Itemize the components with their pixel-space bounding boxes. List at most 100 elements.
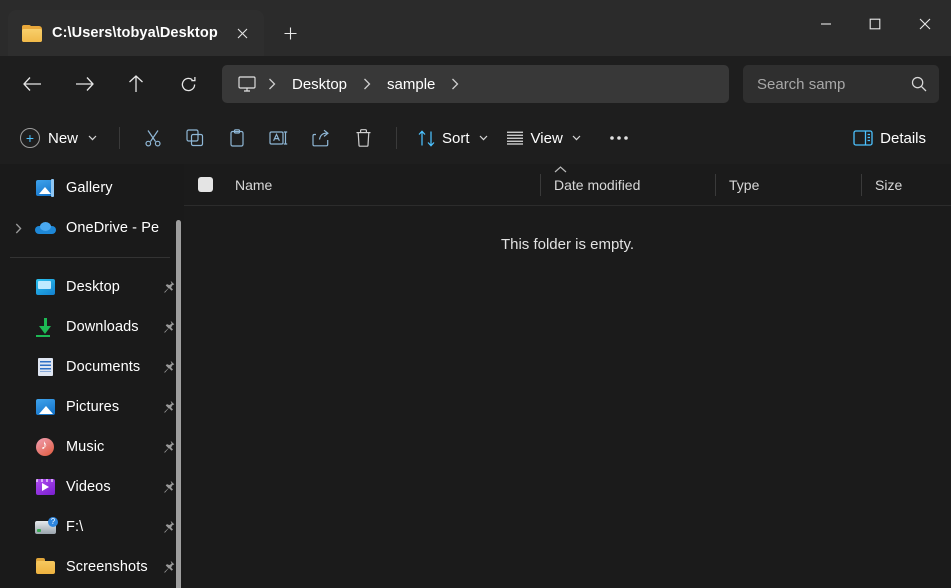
file-list-pane: Name Date modified Type Size This folder… xyxy=(184,164,951,588)
chevron-down-icon xyxy=(479,135,488,141)
gallery-icon xyxy=(35,178,57,198)
sort-ascending-icon xyxy=(554,166,567,173)
pin-icon[interactable] xyxy=(162,559,176,575)
sidebar-item-label: Documents xyxy=(66,359,141,375)
sidebar-item-drive-f[interactable]: ? F:\ xyxy=(0,507,184,547)
column-header-name-label: Name xyxy=(235,176,273,193)
search-input[interactable] xyxy=(757,75,905,93)
details-pane-icon xyxy=(853,130,873,146)
close-button[interactable] xyxy=(899,0,951,48)
cut-button[interactable] xyxy=(132,120,174,156)
this-pc-icon[interactable] xyxy=(234,71,260,97)
breadcrumb-separator-1 xyxy=(357,78,377,90)
sidebar-item-screenshots[interactable]: Screenshots xyxy=(0,547,184,587)
column-header-type[interactable]: Type xyxy=(715,164,861,206)
up-arrow-icon[interactable] xyxy=(116,66,156,102)
chevron-right-icon[interactable] xyxy=(10,223,26,234)
sidebar-item-label: Desktop xyxy=(66,279,120,295)
address-bar: Desktop sample xyxy=(0,56,951,112)
sidebar-item-label: F:\ xyxy=(66,519,84,535)
explorer-body: Gallery OneDrive - Pe Desktop Downloads … xyxy=(0,164,951,588)
sidebar-item-downloads[interactable]: Downloads xyxy=(0,307,184,347)
documents-icon xyxy=(35,357,57,377)
sidebar-item-videos[interactable]: Videos xyxy=(0,467,184,507)
navigation-pane: Gallery OneDrive - Pe Desktop Downloads … xyxy=(0,164,184,588)
paste-button[interactable] xyxy=(216,120,258,156)
sidebar-item-pictures[interactable]: Pictures xyxy=(0,387,184,427)
onedrive-cloud-icon xyxy=(35,218,57,238)
pin-icon[interactable] xyxy=(162,399,176,415)
empty-folder-message: This folder is empty. xyxy=(500,236,635,253)
select-all-checkbox[interactable] xyxy=(198,177,213,192)
pin-icon[interactable] xyxy=(162,319,176,335)
copy-button[interactable] xyxy=(174,120,216,156)
column-header-type-label: Type xyxy=(729,176,760,193)
breadcrumb-item-desktop[interactable]: Desktop xyxy=(284,73,355,96)
sidebar-item-music[interactable]: Music xyxy=(0,427,184,467)
see-more-button[interactable] xyxy=(598,120,640,156)
pin-icon[interactable] xyxy=(162,479,176,495)
folder-icon xyxy=(22,24,42,42)
refresh-icon[interactable] xyxy=(168,66,208,102)
column-header-name[interactable]: Name xyxy=(188,164,540,206)
breadcrumb-item-sample[interactable]: sample xyxy=(379,73,443,96)
column-header-row: Name Date modified Type Size xyxy=(184,164,951,206)
tab-close-icon[interactable] xyxy=(228,18,258,48)
folder-icon xyxy=(35,557,57,577)
sort-button[interactable]: Sort xyxy=(409,120,497,156)
new-tab-button[interactable] xyxy=(274,16,308,50)
pin-icon[interactable] xyxy=(162,439,176,455)
sidebar-item-label: Screenshots xyxy=(66,559,148,575)
sidebar-item-gallery[interactable]: Gallery xyxy=(0,168,184,208)
minimize-button[interactable] xyxy=(801,0,850,48)
search-box[interactable] xyxy=(743,65,939,103)
plus-circle-icon: + xyxy=(20,128,40,148)
delete-button[interactable] xyxy=(342,120,384,156)
sidebar-item-label: Music xyxy=(66,439,105,455)
chevron-down-icon xyxy=(88,135,97,141)
toolbar-divider xyxy=(119,127,121,149)
music-icon xyxy=(35,437,57,457)
sidebar-item-documents[interactable]: Documents xyxy=(0,347,184,387)
sidebar-divider xyxy=(10,257,170,258)
maximize-button[interactable] xyxy=(850,0,899,48)
search-icon[interactable] xyxy=(911,76,929,92)
drive-icon: ? xyxy=(35,517,58,537)
sidebar-scrollbar[interactable] xyxy=(176,220,181,588)
view-list-icon xyxy=(506,131,524,145)
breadcrumb-separator-0 xyxy=(262,78,282,90)
sidebar-item-label: Videos xyxy=(66,479,111,495)
column-header-date-label: Date modified xyxy=(554,176,641,193)
videos-icon xyxy=(35,477,57,497)
sidebar-item-label: Gallery xyxy=(66,180,113,196)
file-explorer-window: C:\Users\tobya\Desktop Desktop sample Se… xyxy=(0,0,951,588)
breadcrumb-separator-2[interactable] xyxy=(445,78,465,90)
pin-icon[interactable] xyxy=(162,519,176,535)
new-button[interactable]: + New xyxy=(14,120,107,156)
column-header-size[interactable]: Size xyxy=(861,164,951,206)
sidebar-item-desktop[interactable]: Desktop xyxy=(0,267,184,307)
title-bar: C:\Users\tobya\Desktop xyxy=(0,0,951,56)
tab-strip: C:\Users\tobya\Desktop xyxy=(0,0,308,56)
sidebar-item-label: Pictures xyxy=(66,399,120,415)
forward-arrow-icon[interactable] xyxy=(64,66,104,102)
pin-icon[interactable] xyxy=(162,359,176,375)
details-pane-button[interactable]: Details xyxy=(844,120,935,156)
view-button[interactable]: View xyxy=(497,120,590,156)
tab-active[interactable]: C:\Users\tobya\Desktop xyxy=(8,10,264,56)
share-button[interactable] xyxy=(300,120,342,156)
details-label: Details xyxy=(880,129,926,147)
pictures-icon xyxy=(35,397,57,417)
window-controls xyxy=(801,0,951,48)
toolbar-divider-2 xyxy=(396,127,398,149)
breadcrumb[interactable]: Desktop sample xyxy=(222,65,729,103)
sidebar-item-onedrive[interactable]: OneDrive - Pe xyxy=(0,208,184,248)
column-header-size-label: Size xyxy=(875,176,903,193)
downloads-icon xyxy=(35,317,57,337)
sort-icon xyxy=(418,129,435,147)
pin-icon[interactable] xyxy=(162,279,176,295)
chevron-down-icon xyxy=(572,135,581,141)
desktop-icon xyxy=(35,277,57,297)
rename-button[interactable] xyxy=(258,120,300,156)
back-arrow-icon[interactable] xyxy=(12,66,52,102)
